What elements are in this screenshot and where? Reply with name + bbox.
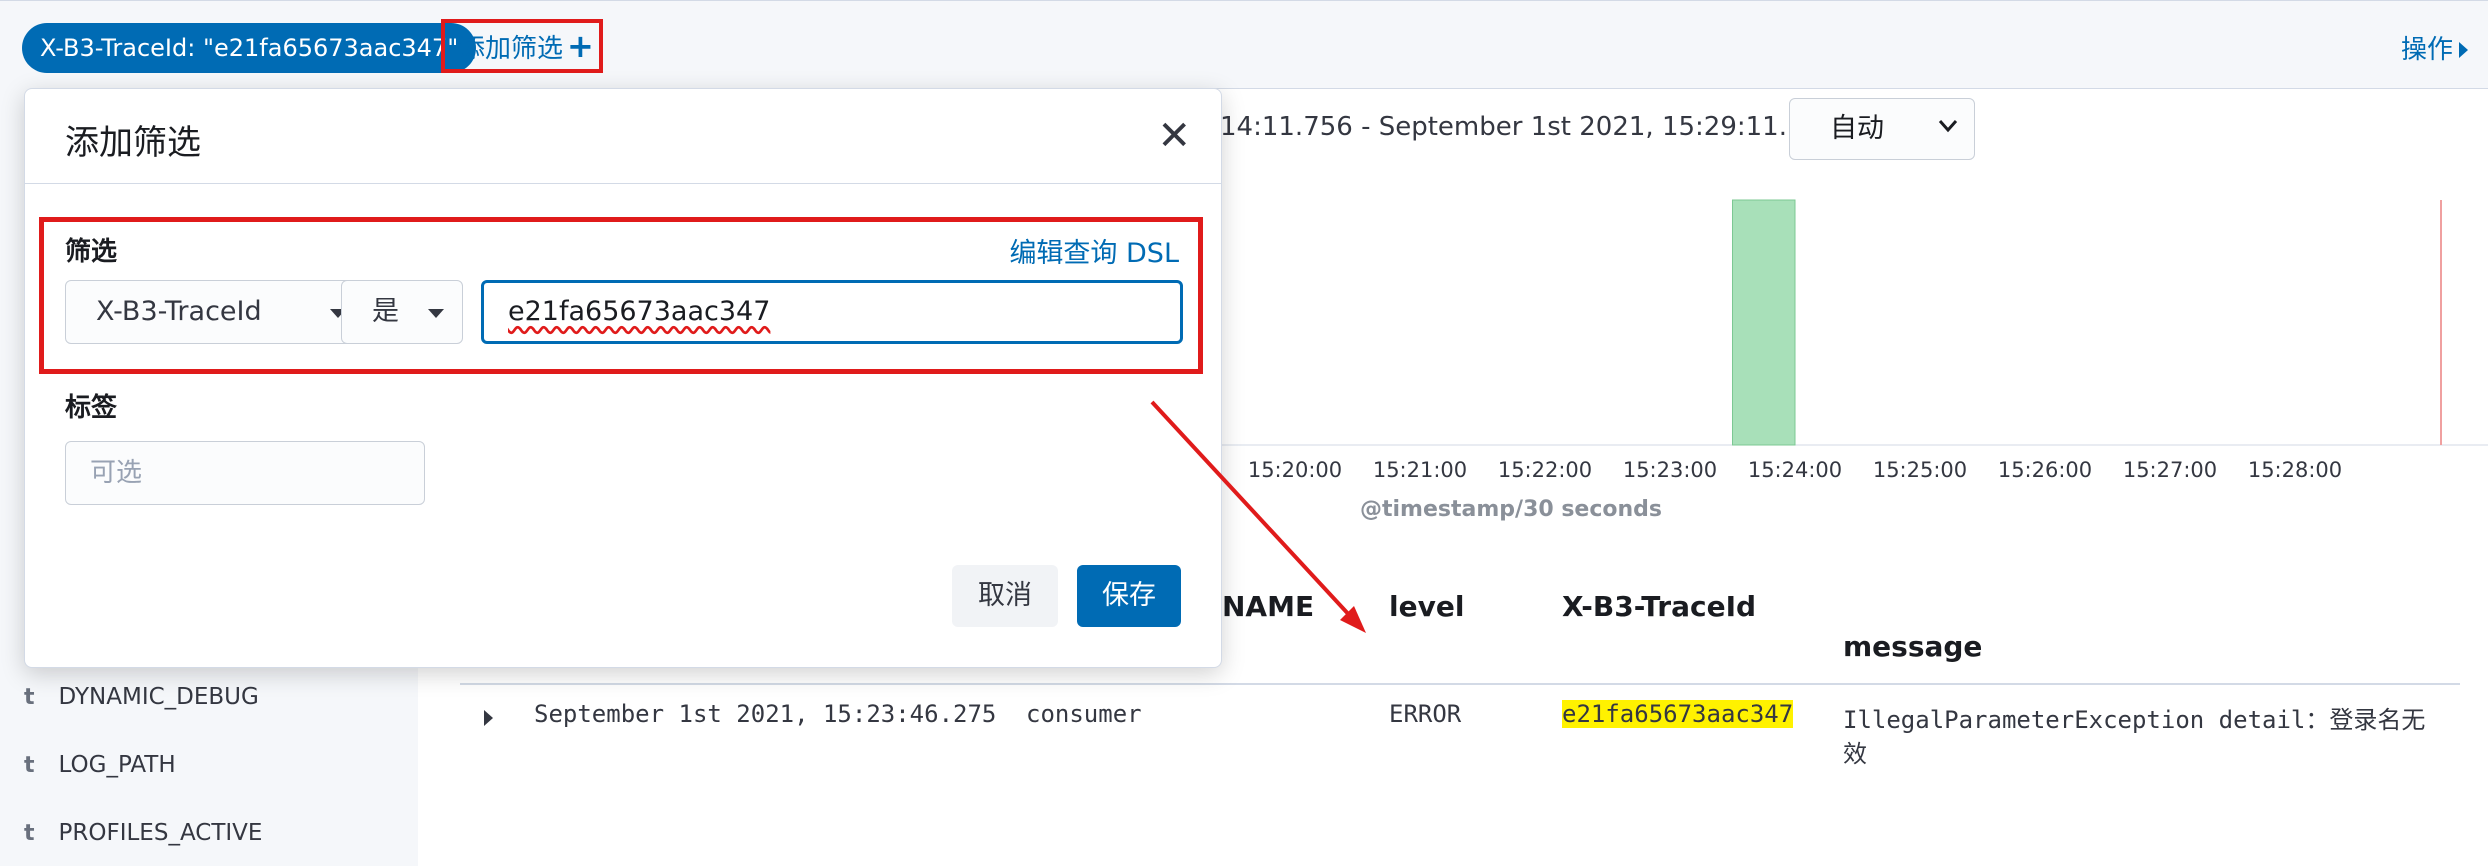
field-name: LOG_PATH (58, 752, 176, 778)
operator-select-value: 是 (372, 296, 399, 327)
time-range-text: 14:11.756 - September 1st 2021, 15:29:11… (1220, 112, 1871, 142)
field-item[interactable]: t LOG_PATH (24, 752, 176, 778)
string-type-icon: t (24, 821, 35, 846)
field-select[interactable]: X-B3-TraceId (65, 280, 365, 344)
annotation-arrow (1150, 400, 1366, 633)
interval-select[interactable]: 自动 (1789, 98, 1975, 160)
table-divider (460, 683, 2460, 685)
caret-down-icon (428, 309, 444, 318)
plus-icon: + (567, 27, 594, 65)
cell-message-line2: 效 (1843, 740, 1867, 768)
filter-value-input[interactable]: e21fa65673aac347 (481, 280, 1183, 344)
cell-message-line1: IllegalParameterException detail：登录名无 (1843, 706, 2426, 734)
modal-title: 添加筛选 (65, 123, 201, 163)
column-header-level[interactable]: level (1389, 590, 1464, 623)
x-tick-label: 15:25:00 (1873, 458, 1967, 482)
edit-dsl-link[interactable]: 编辑查询 DSL (1009, 231, 1179, 270)
close-icon[interactable]: ✕ (1157, 113, 1191, 159)
label-input[interactable]: 可选 (65, 441, 425, 505)
actions-label: 操作 (2400, 35, 2453, 65)
filter-pill-label: X-B3-TraceId: "e21fa65673aac347" (40, 34, 459, 62)
x-tick-label: 15:22:00 (1498, 458, 1592, 482)
modal-divider (25, 183, 1221, 184)
field-item[interactable]: t DYNAMIC_DEBUG (24, 684, 259, 710)
cell-name: consumer (1026, 700, 1142, 728)
add-filter-modal: 添加筛选 ✕ 筛选 编辑查询 DSL X-B3-TraceId 是 e21fa6… (24, 88, 1222, 668)
column-header-message[interactable]: message (1843, 630, 1982, 663)
cell-level: ERROR (1389, 700, 1462, 728)
filter-label: 筛选 (65, 237, 118, 267)
histogram-bar[interactable] (1732, 199, 1796, 446)
cell-trace-id: e21fa65673aac347 (1562, 700, 1794, 728)
x-tick-label: 15:23:00 (1623, 458, 1717, 482)
field-name: PROFILES_ACTIVE (58, 820, 263, 846)
x-tick-label: 15:27:00 (2123, 458, 2217, 482)
x-tick-label: 15:21:00 (1373, 458, 1467, 482)
x-tick-label: 15:26:00 (1998, 458, 2092, 482)
cancel-button[interactable]: 取消 (952, 565, 1058, 627)
x-tick-label: 15:28:00 (2248, 458, 2342, 482)
operator-select[interactable]: 是 (341, 280, 463, 344)
field-name: DYNAMIC_DEBUG (58, 684, 259, 710)
actions-button[interactable]: 操作 (2401, 29, 2468, 66)
filter-bar: X-B3-TraceId: "e21fa65673aac347" 添加筛选 + 操… (0, 0, 2488, 89)
string-type-icon: t (24, 753, 35, 778)
histogram-chart: 15:20:00 15:21:00 15:22:00 15:23:00 15:24:00… (1200, 199, 2488, 482)
column-header-trace-id[interactable]: X-B3-TraceId (1562, 590, 1756, 623)
interval-value: 自动 (1830, 113, 1884, 144)
label-section-title: 标签 (65, 393, 118, 423)
string-type-icon: t (24, 685, 35, 710)
x-tick-label: 15:24:00 (1748, 458, 1842, 482)
field-item[interactable]: t PROFILES_ACTIVE (24, 820, 262, 846)
add-filter-label: 添加筛选 (459, 34, 564, 64)
x-axis-title: @timestamp/30 seconds (1360, 497, 1663, 522)
chevron-down-icon (1938, 120, 1958, 133)
caret-right-icon (2459, 42, 2468, 58)
expand-row-icon[interactable] (484, 710, 493, 726)
filter-pill[interactable]: X-B3-TraceId: "e21fa65673aac347" (22, 23, 477, 73)
cell-time: September 1st 2021, 15:23:46.275 (534, 700, 997, 728)
field-select-value: X-B3-TraceId (96, 296, 262, 327)
add-filter-button[interactable]: 添加筛选 + (441, 19, 603, 73)
